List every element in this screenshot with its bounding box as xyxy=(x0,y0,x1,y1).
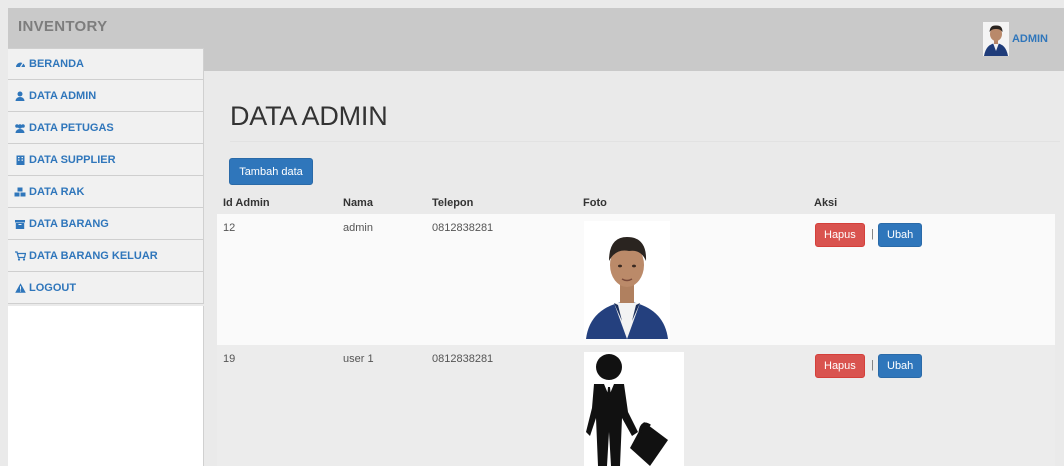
cell-name: admin xyxy=(343,222,373,234)
column-header-phone: Telepon xyxy=(432,197,474,209)
cell-phone: 0812838281 xyxy=(432,353,494,365)
delete-button[interactable]: Hapus xyxy=(815,223,865,247)
sidebar-item-label: DATA SUPPLIER xyxy=(29,153,116,166)
warning-icon xyxy=(14,282,26,293)
delete-button[interactable]: Hapus xyxy=(815,354,865,378)
sidebar-item-label: DATA ADMIN xyxy=(29,89,97,102)
cart-icon xyxy=(14,250,26,261)
cubes-icon xyxy=(14,187,26,197)
sidebar-item-label: DATA BARANG KELUAR xyxy=(29,249,158,262)
edit-button[interactable]: Ubah xyxy=(878,354,923,378)
sidebar-item-logout[interactable]: LOGOUT xyxy=(8,272,203,304)
sidebar-item-beranda[interactable]: BERANDA xyxy=(8,48,203,80)
cell-id: 12 xyxy=(223,222,236,234)
column-header-id: Id Admin xyxy=(223,197,270,209)
cell-id: 19 xyxy=(223,353,236,365)
action-separator: | xyxy=(871,228,874,240)
dashboard-icon xyxy=(14,59,26,69)
sidebar-item-label: BERANDA xyxy=(29,58,84,70)
sidebar-item-data-rak[interactable]: DATA RAK xyxy=(8,176,203,208)
sidebar-item-data-admin[interactable]: DATA ADMIN xyxy=(8,80,203,112)
user-name: ADMIN xyxy=(1011,33,1048,45)
sidebar-item-data-supplier[interactable]: DATA SUPPLIER xyxy=(8,144,203,176)
archive-icon xyxy=(14,219,26,229)
add-data-button[interactable]: Tambah data xyxy=(229,158,313,185)
sidebar-item-data-petugas[interactable]: DATA PETUGAS xyxy=(8,112,203,144)
sidebar-item-label: DATA PETUGAS xyxy=(29,121,114,134)
businessman-silhouette xyxy=(584,352,684,466)
divider xyxy=(230,141,1060,142)
column-header-action: Aksi xyxy=(814,197,838,209)
edit-button[interactable]: Ubah xyxy=(878,223,923,247)
main-content: DATA ADMIN Tambah data Id Admin Nama Tel… xyxy=(204,71,1064,466)
avatar xyxy=(982,22,1009,56)
sidebar-item-label: DATA RAK xyxy=(29,185,85,198)
sidebar-item-data-barang-keluar[interactable]: DATA BARANG KELUAR xyxy=(8,240,203,272)
table-row: 12 admin 0812838281 Hapus | Ubah xyxy=(217,214,1055,345)
sidebar-background xyxy=(8,306,204,466)
sidebar-item-data-barang[interactable]: DATA BARANG xyxy=(8,208,203,240)
user-icon xyxy=(14,91,26,101)
person-photo xyxy=(584,221,670,339)
user-menu[interactable]: ADMIN xyxy=(982,22,1048,56)
users-icon xyxy=(14,123,26,133)
cell-phone: 0812838281 xyxy=(432,222,494,234)
brand-title[interactable]: INVENTORY xyxy=(18,18,107,35)
cell-name: user 1 xyxy=(343,353,374,365)
sidebar-item-label: LOGOUT xyxy=(29,281,77,294)
column-header-name: Nama xyxy=(343,197,373,209)
page-title: DATA ADMIN xyxy=(230,101,388,131)
table-header: Id Admin Nama Telepon Foto Aksi xyxy=(217,192,1055,214)
action-separator: | xyxy=(871,359,874,371)
column-header-photo: Foto xyxy=(583,197,607,209)
table-row: 19 user 1 0812838281 Hapus | Ubah xyxy=(217,345,1055,466)
sidebar: BERANDA DATA ADMIN DATA PETUGAS DATA SUP… xyxy=(8,48,204,304)
building-icon xyxy=(14,155,26,165)
sidebar-item-label: DATA BARANG xyxy=(29,217,109,230)
